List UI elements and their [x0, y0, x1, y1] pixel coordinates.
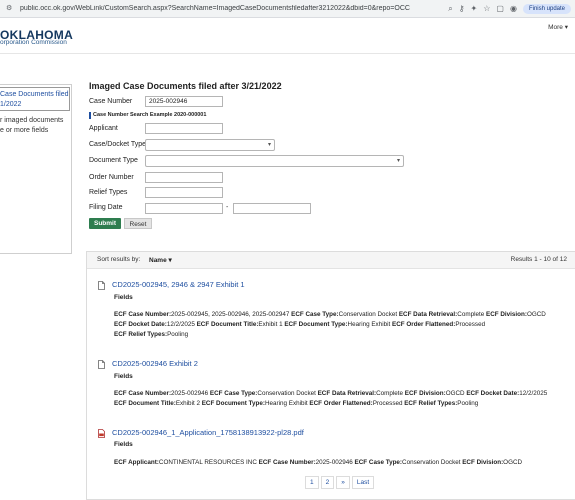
metadata-line: ECF Document Title:Exhibit 2 ECF Documen…: [114, 400, 479, 407]
logo-subtitle: orporation Commission: [0, 39, 67, 46]
sidebar-search-link[interactable]: Case Documents filed 1/2022: [0, 87, 70, 111]
site-info-icon[interactable]: ⚙: [6, 5, 14, 13]
applicant-label: Applicant: [89, 125, 118, 132]
date-range-separator: -: [226, 204, 229, 211]
results-panel: Sort results by: Name ▾ Results 1 - 10 o…: [86, 251, 575, 500]
result-title-link[interactable]: CD2025-002945, 2946 & 2947 Exhibit 1: [112, 280, 245, 289]
fields-label: Fields: [114, 373, 133, 380]
password-key-icon[interactable]: ⚷: [459, 4, 465, 14]
result-title-link[interactable]: CD2025-002946 Exhibit 2: [112, 359, 198, 368]
more-menu[interactable]: More ▾: [548, 23, 568, 31]
applicant-input[interactable]: [145, 123, 223, 134]
filing-date-end-input[interactable]: [233, 203, 311, 214]
filing-date-start-input[interactable]: [145, 203, 223, 214]
finish-update-button[interactable]: Finish update: [522, 3, 571, 14]
relief-types-label: Relief Types: [89, 189, 128, 196]
order-number-label: Order Number: [89, 174, 134, 181]
document-icon: [98, 360, 105, 369]
document-type-label: Document Type: [89, 157, 138, 164]
fields-label: Fields: [114, 441, 133, 448]
page-1-button[interactable]: 1: [305, 476, 319, 489]
case-number-input[interactable]: [145, 96, 223, 107]
last-page-button[interactable]: Last: [351, 476, 375, 489]
sidebar-link-line2: 1/2022: [0, 101, 22, 108]
fields-label: Fields: [114, 294, 133, 301]
reset-button[interactable]: Reset: [124, 218, 152, 229]
results-count: Results 1 - 10 of 12: [510, 256, 567, 263]
document-icon: [98, 281, 105, 290]
metadata-line: ECF Case Number:2025-002945, 2025-002946…: [114, 311, 546, 318]
case-docket-type-select[interactable]: ▾: [145, 139, 275, 151]
submit-button[interactable]: Submit: [89, 218, 121, 229]
profile-icon[interactable]: ◉: [510, 4, 517, 14]
case-docket-type-label: Case/Docket Type: [89, 141, 147, 148]
page-title: Imaged Case Documents filed after 3/21/2…: [89, 81, 282, 91]
page-2-button[interactable]: 2: [320, 476, 335, 489]
sort-dropdown[interactable]: Name ▾: [149, 256, 172, 264]
metadata-line: ECF Case Number:2025-002946 ECF Case Typ…: [114, 390, 548, 397]
chevron-down-icon: ▾: [396, 158, 400, 164]
bookmark-star-icon[interactable]: ☆: [483, 4, 490, 14]
url-field[interactable]: public.occ.ok.gov/WebLink/CustomSearch.a…: [20, 5, 445, 12]
pdf-icon: [98, 429, 105, 438]
extensions-icon[interactable]: ✦: [471, 4, 478, 14]
tab-search-icon[interactable]: ▢: [496, 4, 504, 14]
document-type-select[interactable]: ▾: [145, 155, 404, 167]
result-title-link[interactable]: CD2025-002946_1_Application_175813891392…: [112, 428, 304, 437]
metadata-line: ECF Docket Date:12/2/2025 ECF Document T…: [114, 321, 486, 328]
zoom-icon[interactable]: ⌕: [448, 4, 452, 14]
filing-date-label: Filing Date: [89, 204, 123, 211]
relief-types-input[interactable]: [145, 187, 223, 198]
order-number-input[interactable]: [145, 172, 223, 183]
chevron-down-icon: ▾: [267, 142, 271, 148]
results-toolbar: Sort results by: Name ▾ Results 1 - 10 o…: [87, 252, 575, 269]
site-header: OKLAHOMA orporation Commission More ▾: [0, 19, 575, 54]
browser-address-bar: ⚙ public.occ.ok.gov/WebLink/CustomSearch…: [0, 0, 575, 18]
sidebar-desc-line1: r imaged documents: [0, 117, 64, 124]
sidebar-link-line1: Case Documents filed: [0, 91, 69, 98]
sidebar: Case Documents filed 1/2022 r imaged doc…: [0, 84, 72, 254]
sidebar-desc-line2: e or more fields: [0, 127, 49, 134]
sidebar-description: r imaged documents e or more fields: [0, 116, 70, 136]
case-number-label: Case Number: [89, 98, 133, 105]
case-number-example-note: Case Number Search Example 2020-000001: [89, 112, 206, 119]
pagination: 1 2 » Last: [305, 476, 376, 489]
metadata-line: ECF Relief Types:Pooling: [114, 331, 189, 338]
sort-label: Sort results by:: [97, 256, 141, 263]
metadata-line: ECF Applicant:CONTINENTAL RESOURCES INC …: [114, 459, 523, 466]
next-page-button[interactable]: »: [336, 476, 350, 489]
